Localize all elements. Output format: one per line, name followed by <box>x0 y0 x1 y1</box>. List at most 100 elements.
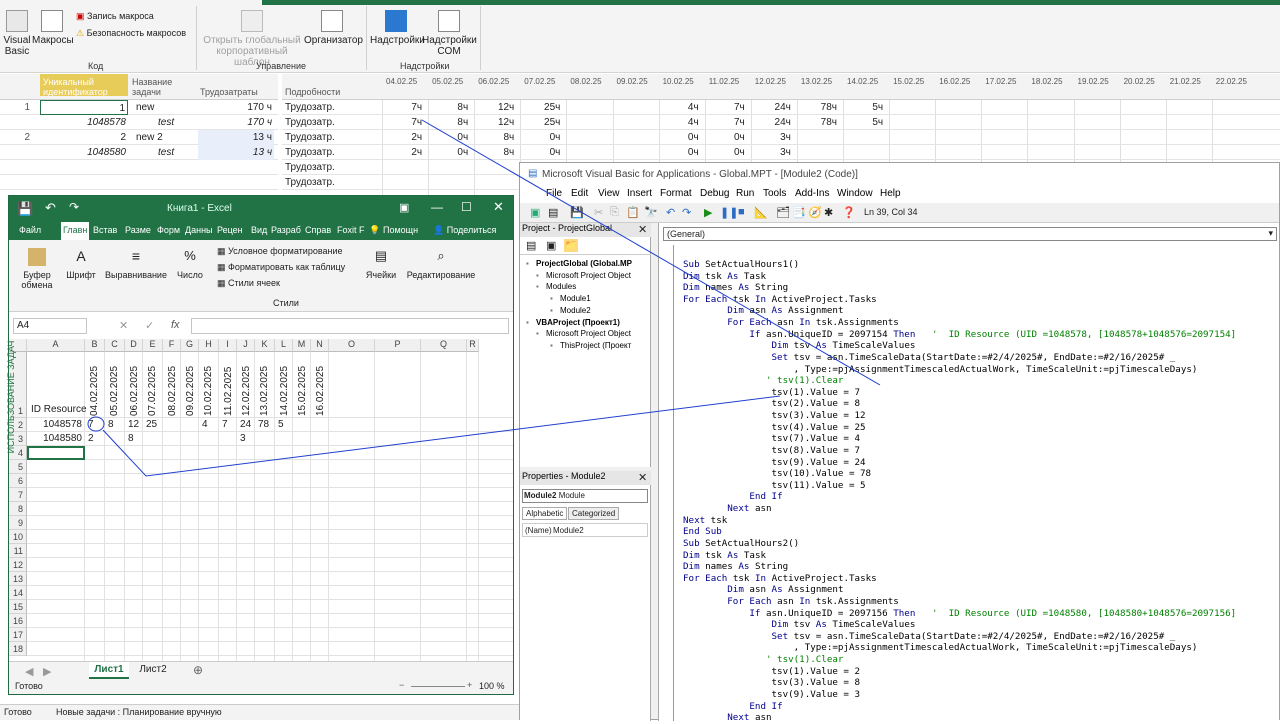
code-line[interactable]: Dim tsv As TimeScaleValues <box>683 619 916 631</box>
work-value[interactable]: 24ч <box>751 117 791 128</box>
task-row[interactable]: 1048580 test 13 ч <box>0 145 278 160</box>
font-button[interactable]: A Шрифт <box>61 248 101 280</box>
work-value[interactable]: 0ч <box>520 147 561 158</box>
enter-icon[interactable]: ✓ <box>145 319 154 332</box>
code-line[interactable]: Set tsv = asn.TimeScaleData(StartDate:=#… <box>683 352 1176 364</box>
value-cell[interactable]: 2 <box>88 433 94 444</box>
uid-cell[interactable]: 1048580 <box>40 145 128 160</box>
value-cell[interactable]: 7 <box>88 419 94 430</box>
reset-icon[interactable]: ■ <box>738 206 745 218</box>
toolbox-icon[interactable]: ✱ <box>824 206 833 219</box>
work-value[interactable]: 7ч <box>382 102 422 113</box>
undo-icon[interactable]: ↶ <box>45 200 56 216</box>
code-line[interactable]: End If <box>683 491 782 503</box>
macros-button[interactable]: Макросы <box>32 10 74 46</box>
object-selector[interactable]: Module2 Module <box>522 489 648 503</box>
format-as-table-button[interactable]: ▦ Форматировать как таблицу <box>217 262 345 273</box>
code-line[interactable]: Next asn <box>683 712 771 724</box>
menu-window[interactable]: Window <box>837 188 873 199</box>
work-value[interactable]: 2ч <box>382 132 422 143</box>
tab-9[interactable]: Справ <box>305 225 331 235</box>
uid-cell[interactable] <box>40 160 128 175</box>
task-row[interactable]: 1 1 new 170 ч <box>0 100 278 115</box>
work-value[interactable]: 78ч <box>797 102 837 113</box>
tab-6[interactable]: Рецен <box>217 225 243 235</box>
column-header[interactable]: B <box>85 339 105 352</box>
code-line[interactable]: Sub SetActualHours1() <box>683 259 799 271</box>
uid-cell[interactable]: 2 <box>40 130 128 145</box>
code-window[interactable]: (General) ▾ Sub SetActualHours1() Dim tsk … <box>658 223 1279 724</box>
tab-help[interactable]: Помощн <box>383 225 418 235</box>
header-date-cell[interactable]: 16.02.2025 <box>315 366 326 416</box>
open-global-template-button[interactable]: Открыть глобальный корпоративный шаблон <box>200 10 304 68</box>
code-line[interactable]: For Each tsk In ActiveProject.Tasks <box>683 294 877 306</box>
paste-icon[interactable]: 📋 <box>626 206 640 219</box>
redo-icon[interactable]: ↷ <box>69 200 79 214</box>
code-line[interactable]: Set tsv = asn.TimeScaleData(StartDate:=#… <box>683 631 1176 643</box>
ribbon-display-icon[interactable]: ▣ <box>399 201 409 214</box>
column-header[interactable]: L <box>275 339 293 352</box>
code-line[interactable]: Dim asn As Assignment <box>683 584 843 596</box>
code-line[interactable]: For Each asn In tsk.Assignments <box>683 596 899 608</box>
com-addins-button[interactable]: Надстройки COM <box>422 10 477 57</box>
conditional-formatting-button[interactable]: ▦ Условное форматирование <box>217 246 343 257</box>
column-header[interactable]: D <box>125 339 143 352</box>
addins-button[interactable]: Надстройки <box>370 10 425 46</box>
work-value[interactable]: 2ч <box>382 147 422 158</box>
record-macro-button[interactable]: ▣ Запись макроса <box>76 11 154 22</box>
tab-3[interactable]: Разме <box>125 225 151 235</box>
design-mode-icon[interactable]: 📐 <box>754 206 768 219</box>
value-cell[interactable]: 5 <box>278 419 284 430</box>
object-dropdown[interactable]: (General) ▾ <box>663 227 1277 241</box>
maximize-icon[interactable]: ☐ <box>461 200 472 214</box>
menu-edit[interactable]: Edit <box>571 188 588 199</box>
tree-modules[interactable]: Modules <box>546 282 576 291</box>
row-header[interactable]: 11 <box>9 544 27 558</box>
cancel-icon[interactable]: ✕ <box>119 319 128 332</box>
work-value[interactable]: 25ч <box>520 102 560 113</box>
column-header[interactable]: P <box>375 339 421 352</box>
column-header[interactable]: Q <box>421 339 467 352</box>
value-cell[interactable]: 78 <box>258 419 269 430</box>
tab-2[interactable]: Встав <box>93 225 117 235</box>
code-line[interactable]: Dim tsv As TimeScaleValues <box>683 340 916 352</box>
menu-run[interactable]: Run <box>736 188 754 199</box>
task-name-cell[interactable]: new 2 <box>136 132 196 143</box>
work-value[interactable]: 0ч <box>428 132 468 143</box>
code-line[interactable]: tsv(10).Value = 78 <box>683 468 872 480</box>
code-line[interactable]: Sub SetActualHours2() <box>683 538 799 550</box>
work-value[interactable]: 0ч <box>659 147 699 158</box>
row-header[interactable]: 18 <box>9 642 27 656</box>
tree-project-global[interactable]: ProjectGlobal (Global.MP <box>536 259 632 268</box>
number-button[interactable]: % Число <box>173 248 207 280</box>
organizer-button[interactable]: Организатор <box>304 10 363 46</box>
row-header[interactable]: 14 <box>9 586 27 600</box>
tab-1[interactable]: Главн <box>61 222 90 240</box>
cut-icon[interactable]: ✂ <box>594 206 603 219</box>
row-header[interactable]: 8 <box>9 502 27 516</box>
value-cell[interactable]: 7 <box>222 419 228 430</box>
code-line[interactable]: ' tsv(1).Clear <box>683 654 843 666</box>
menu-add-ins[interactable]: Add-Ins <box>795 188 829 199</box>
work-value[interactable]: 7ч <box>705 117 745 128</box>
col-header-name[interactable]: Название задачи <box>132 77 194 97</box>
column-header[interactable]: H <box>199 339 219 352</box>
code-line[interactable]: tsv(2).Value = 8 <box>683 398 861 410</box>
header-date-cell[interactable]: 13.02.2025 <box>259 366 270 416</box>
code-line[interactable]: Dim names As String <box>683 282 788 294</box>
zoom-slider[interactable] <box>411 686 465 687</box>
task-name-cell[interactable]: test <box>136 147 196 158</box>
value-cell[interactable]: 8 <box>108 419 114 430</box>
work-value[interactable]: 78ч <box>797 117 837 128</box>
id-cell[interactable]: 1048580 <box>27 433 82 444</box>
copy-icon[interactable]: ⎘ <box>610 206 619 219</box>
sheet-tab-2[interactable]: Лист2 <box>133 664 173 675</box>
header-date-cell[interactable]: 07.02.2025 <box>147 366 158 416</box>
menu-format[interactable]: Format <box>660 188 692 199</box>
break-icon[interactable]: ❚❚ <box>720 206 738 219</box>
project-explorer-icon[interactable]: 🗂 <box>776 206 790 219</box>
tab-7[interactable]: Вид <box>251 225 267 235</box>
column-header[interactable]: J <box>237 339 255 352</box>
value-cell[interactable]: 3 <box>240 433 246 444</box>
task-name-cell[interactable]: test <box>136 117 196 128</box>
